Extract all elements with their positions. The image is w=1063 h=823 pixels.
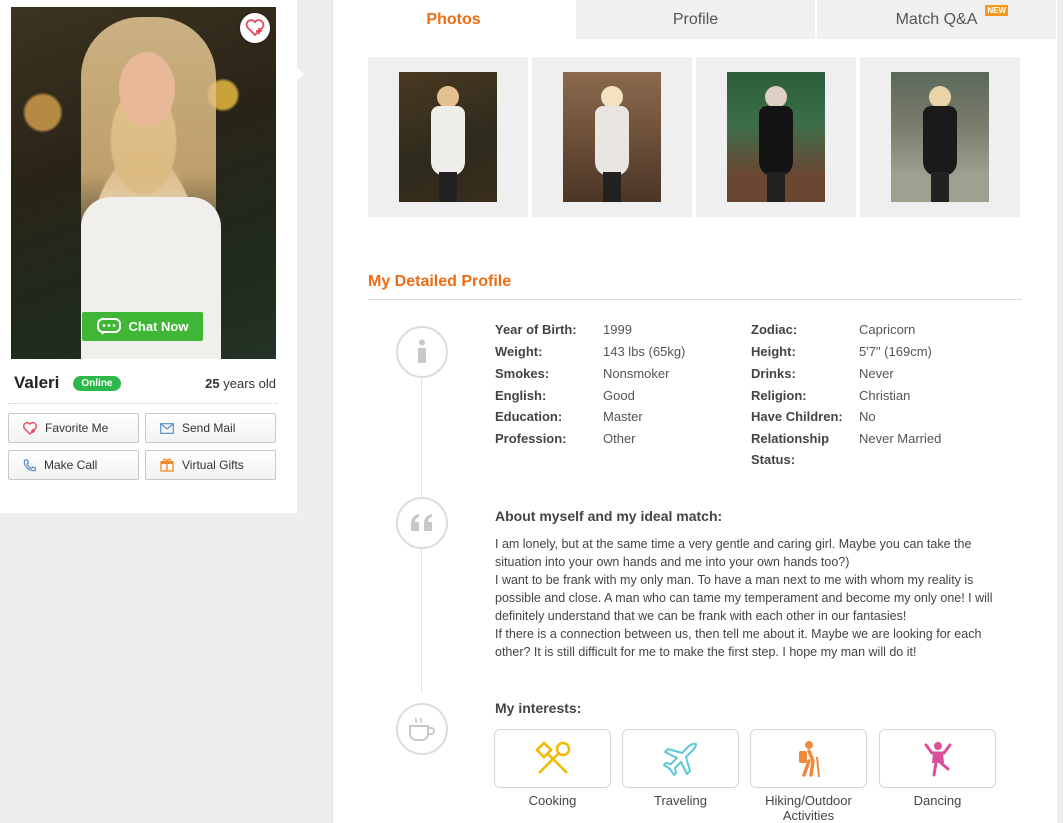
coffee-cup-icon [396, 703, 448, 755]
detail-row: Drinks: [751, 366, 796, 381]
chat-now-button[interactable]: Chat Now [82, 312, 203, 341]
detail-row: Profession: [495, 431, 567, 446]
main-profile-photo[interactable] [11, 7, 276, 359]
hiker-icon [798, 740, 820, 777]
interests-heading: My interests: [495, 700, 582, 716]
tab-photos[interactable]: Photos [333, 0, 574, 39]
interest-cooking[interactable]: Cooking [494, 729, 611, 808]
profile-age: 25 years old [205, 375, 276, 391]
info-icon [396, 326, 448, 378]
about-text: I am lonely, but at the same time a very… [495, 537, 993, 659]
new-badge: NEW [985, 5, 1008, 16]
gift-icon [160, 458, 174, 472]
photo-thumbnail[interactable] [696, 57, 856, 217]
phone-icon [23, 458, 36, 471]
detail-row: Weight: [495, 344, 543, 359]
detail-row: Have Children: [751, 409, 843, 424]
detail-row: Smokes: [495, 366, 550, 381]
detail-row: English: [495, 388, 547, 403]
virtual-gifts-button[interactable]: Virtual Gifts [145, 450, 276, 480]
divider [8, 403, 278, 404]
quote-icon [396, 497, 448, 549]
cooking-icon [534, 740, 570, 774]
detail-row: Education: [495, 409, 563, 424]
profile-name: Valeri [14, 373, 60, 392]
section-title: My Detailed Profile [368, 273, 512, 290]
profile-tabs: Photos Profile Match Q&A NEW [333, 0, 1058, 39]
photo-thumbnail[interactable] [532, 57, 692, 217]
photo-gallery [368, 57, 1020, 217]
about-heading: About myself and my ideal match: [495, 508, 723, 524]
interest-dancing[interactable]: Dancing [879, 729, 996, 808]
chat-now-label: Chat Now [128, 319, 189, 334]
photo-thumbnail[interactable] [860, 57, 1020, 217]
envelope-icon [160, 422, 174, 434]
tab-match-qa[interactable]: Match Q&A NEW [815, 0, 1056, 39]
chat-bubble-icon [96, 317, 121, 335]
section-divider [368, 299, 1022, 300]
name-row: Valeri Online 25 years old [14, 371, 276, 395]
heart-plus-icon [23, 421, 37, 435]
detail-row: Religion: [751, 388, 807, 403]
detail-row: Year of Birth: [495, 322, 577, 337]
card-notch [297, 68, 304, 80]
dancer-icon [924, 741, 951, 776]
tab-profile[interactable]: Profile [574, 0, 815, 39]
online-badge: Online [73, 375, 121, 391]
favorite-me-button[interactable]: Favorite Me [8, 413, 139, 443]
profile-panel: Photos Profile Match Q&A NEW My Detailed… [332, 0, 1057, 823]
send-mail-button[interactable]: Send Mail [145, 413, 276, 443]
make-call-button[interactable]: Make Call [8, 450, 139, 480]
detail-row: Relationship [751, 431, 830, 446]
airplane-icon [662, 742, 697, 776]
interest-traveling[interactable]: Traveling [622, 729, 739, 808]
detail-row: Zodiac: [751, 322, 798, 337]
detail-row: Height: [751, 344, 796, 359]
add-favorite-heart-icon[interactable] [240, 13, 270, 43]
interest-hiking[interactable]: Hiking/Outdoor Activities [750, 729, 867, 823]
photo-thumbnail[interactable] [368, 57, 528, 217]
profile-card: Chat Now Valeri Online 25 years old Favo… [0, 0, 297, 513]
